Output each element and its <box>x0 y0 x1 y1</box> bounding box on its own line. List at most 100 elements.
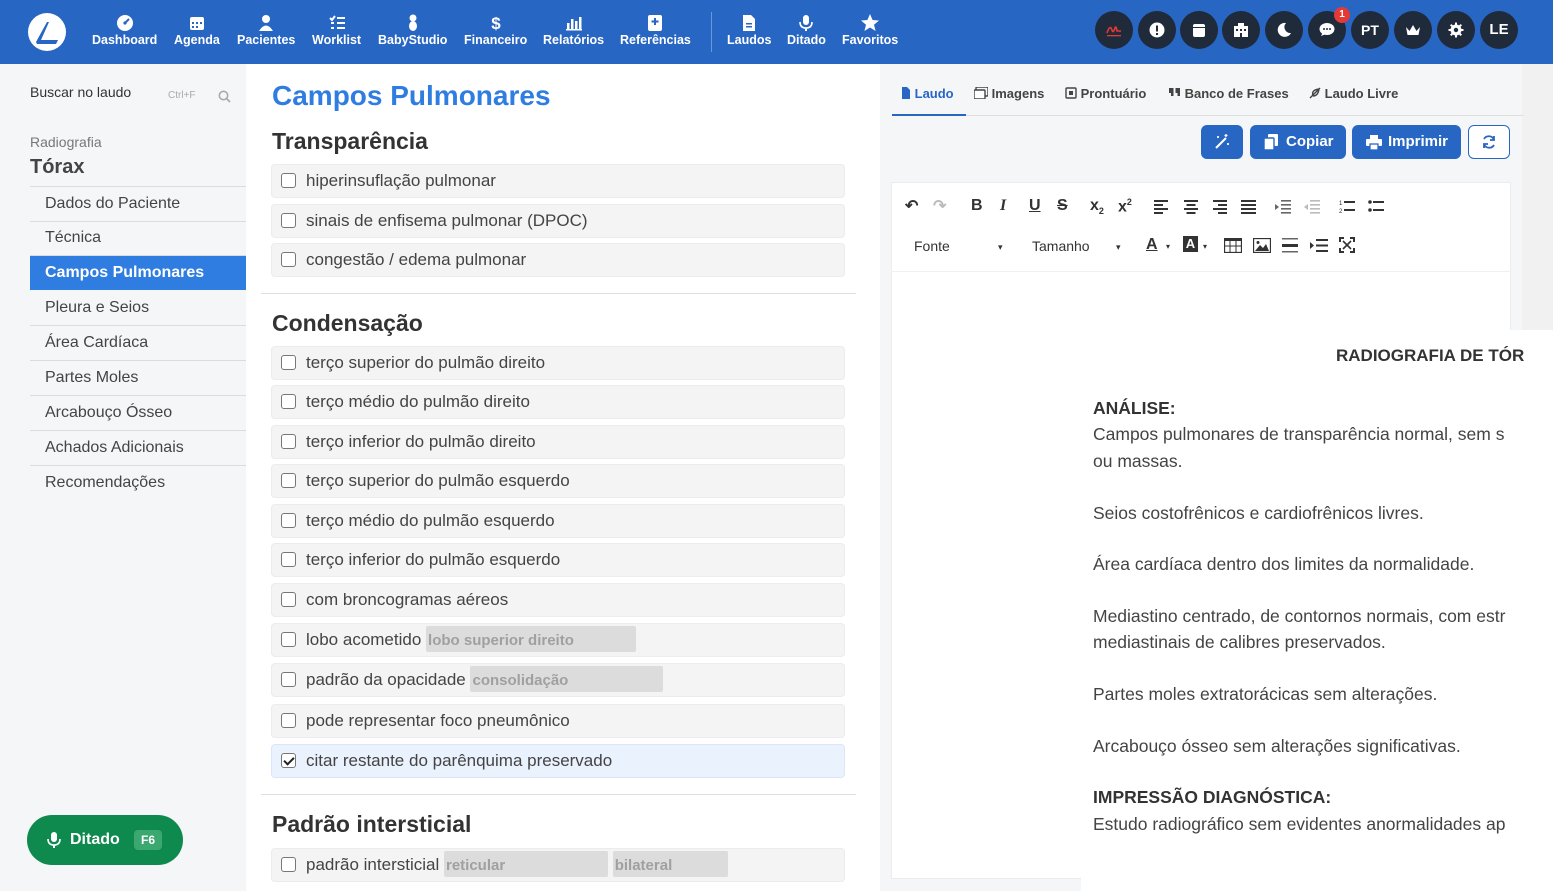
option-terco-inferior-direito[interactable]: terço inferior do pulmão direito <box>271 425 845 459</box>
nav-agenda[interactable]: Agenda <box>174 14 220 54</box>
option-foco-pneumonico[interactable]: pode representar foco pneumônico <box>271 704 845 738</box>
sidebar-item-arcabouco-osseo[interactable]: Arcabouço Ósseo <box>30 396 246 430</box>
sidebar-item-achados-adicionais[interactable]: Achados Adicionais <box>30 431 246 465</box>
subscript-icon[interactable]: x2 <box>1090 197 1104 216</box>
language-button[interactable]: PT <box>1351 11 1389 49</box>
bold-icon[interactable]: B <box>971 197 983 215</box>
option-terco-medio-direito[interactable]: terço médio do pulmão direito <box>271 385 845 419</box>
signature-button[interactable] <box>1095 11 1133 49</box>
sidebar-item-recomendacoes[interactable]: Recomendações <box>30 466 246 500</box>
calendar-button[interactable] <box>1180 11 1218 49</box>
checkbox-checked[interactable] <box>281 753 296 768</box>
bullet-list-icon[interactable] <box>1368 199 1384 214</box>
strikethrough-icon[interactable]: S <box>1057 197 1068 215</box>
superscript-icon[interactable]: x2 <box>1118 197 1132 216</box>
checkbox[interactable] <box>281 213 296 228</box>
app-logo[interactable] <box>28 13 66 51</box>
nav-favoritos[interactable]: Favoritos <box>842 14 898 54</box>
option-broncogramas[interactable]: com broncogramas aéreos <box>271 583 845 617</box>
alert-button[interactable] <box>1138 11 1176 49</box>
tab-banco-frases[interactable]: Banco de Frases <box>1169 86 1289 101</box>
checkbox[interactable] <box>281 713 296 728</box>
underline-icon[interactable]: U <box>1029 197 1041 215</box>
nav-ditado[interactable]: Ditado <box>787 14 826 54</box>
checkbox[interactable] <box>281 394 296 409</box>
option-lobo-acometido[interactable]: lobo acometido lobo superior direito <box>271 623 845 657</box>
sidebar-item-partes-moles[interactable]: Partes Moles <box>30 361 246 395</box>
align-center-icon[interactable] <box>1183 200 1199 214</box>
align-justify-icon[interactable] <box>1241 200 1257 214</box>
checkbox[interactable] <box>281 355 296 370</box>
italic-icon[interactable]: I <box>1000 197 1006 215</box>
tab-laudo-livre[interactable]: Laudo Livre <box>1309 86 1398 101</box>
checkbox[interactable] <box>281 473 296 488</box>
font-size-select[interactable]: Tamanho <box>1032 238 1090 254</box>
ditado-button[interactable]: Ditado F6 <box>27 815 183 865</box>
horizontal-rule-icon[interactable] <box>1282 238 1298 253</box>
font-family-select[interactable]: Fonte <box>914 238 950 254</box>
nav-worklist[interactable]: Worklist <box>312 14 361 54</box>
lobo-select[interactable]: lobo superior direito <box>426 626 637 652</box>
align-left-icon[interactable] <box>1154 200 1170 214</box>
tab-imagens[interactable]: Imagens <box>973 86 1044 101</box>
sidebar-item-area-cardiaca[interactable]: Área Cardíaca <box>30 326 246 360</box>
nav-dashboard[interactable]: Dashboard <box>92 14 157 54</box>
copy-button[interactable]: Copiar <box>1250 125 1346 159</box>
option-terco-superior-direito[interactable]: terço superior do pulmão direito <box>271 346 845 380</box>
nav-laudos[interactable]: Laudos <box>727 14 771 54</box>
sidebar-item-tecnica[interactable]: Técnica <box>30 221 246 255</box>
sidebar-item-dados-paciente[interactable]: Dados do Paciente <box>30 187 246 221</box>
user-avatar[interactable]: LE <box>1480 11 1518 49</box>
indent-icon[interactable] <box>1275 200 1291 214</box>
undo-icon[interactable]: ↶ <box>905 196 918 216</box>
checkbox[interactable] <box>281 592 296 607</box>
option-enfisema[interactable]: sinais de enfisema pulmonar (DPOC) <box>271 204 845 238</box>
nav-pacientes[interactable]: Pacientes <box>237 14 295 54</box>
option-parenquima-preservado[interactable]: citar restante do parênquima preservado <box>271 744 845 778</box>
magic-button[interactable] <box>1201 125 1243 159</box>
table-icon[interactable] <box>1224 238 1242 253</box>
clinic-button[interactable] <box>1222 11 1260 49</box>
print-button[interactable]: Imprimir <box>1352 125 1461 159</box>
image-icon[interactable] <box>1253 238 1271 253</box>
checkbox[interactable] <box>281 552 296 567</box>
intersticial-side-select[interactable]: bilateral <box>612 851 728 877</box>
nav-relatorios[interactable]: Relatórios <box>543 14 604 54</box>
refresh-button[interactable] <box>1468 125 1510 159</box>
fullscreen-icon[interactable] <box>1339 237 1355 253</box>
checkbox[interactable] <box>281 672 296 687</box>
option-congestao[interactable]: congestão / edema pulmonar <box>271 243 845 277</box>
option-terco-medio-esquerdo[interactable]: terço médio do pulmão esquerdo <box>271 504 845 538</box>
option-padrao-opacidade[interactable]: padrão da opacidade consolidação <box>271 663 845 697</box>
scrollbar[interactable] <box>1522 64 1553 330</box>
outdent-icon[interactable] <box>1304 200 1320 214</box>
checkbox[interactable] <box>281 173 296 188</box>
checkbox[interactable] <box>281 513 296 528</box>
settings-button[interactable] <box>1437 11 1475 49</box>
align-right-icon[interactable] <box>1212 200 1228 214</box>
premium-button[interactable] <box>1394 11 1432 49</box>
dark-mode-button[interactable] <box>1265 11 1303 49</box>
nav-financeiro[interactable]: $ Financeiro <box>464 14 527 54</box>
background-color-icon[interactable]: A <box>1183 236 1198 252</box>
sidebar-item-pleura-seios[interactable]: Pleura e Seios <box>30 291 246 325</box>
checkbox[interactable] <box>281 857 296 872</box>
nav-babystudio[interactable]: BabyStudio <box>378 14 447 54</box>
option-padrao-intersticial[interactable]: padrão intersticial reticular bilateral <box>271 848 845 882</box>
line-height-icon[interactable] <box>1310 238 1328 253</box>
tab-prontuario[interactable]: Prontuário <box>1065 86 1146 101</box>
tab-laudo[interactable]: Laudo <box>901 86 954 101</box>
option-hiperinsuflacao[interactable]: hiperinsuflação pulmonar <box>271 164 845 198</box>
nav-referencias[interactable]: Referências <box>620 14 691 54</box>
font-color-icon[interactable]: A <box>1146 236 1158 254</box>
redo-icon[interactable]: ↷ <box>933 196 946 216</box>
padrao-select[interactable]: consolidação <box>470 666 664 692</box>
search-laudo-input[interactable]: Buscar no laudo <box>30 84 131 100</box>
option-terco-superior-esquerdo[interactable]: terço superior do pulmão esquerdo <box>271 464 845 498</box>
checkbox[interactable] <box>281 434 296 449</box>
ordered-list-icon[interactable]: 12 <box>1339 199 1355 214</box>
sidebar-item-campos-pulmonares[interactable]: Campos Pulmonares <box>30 256 246 290</box>
option-terco-inferior-esquerdo[interactable]: terço inferior do pulmão esquerdo <box>271 543 845 577</box>
intersticial-type-select[interactable]: reticular <box>443 851 608 877</box>
checkbox[interactable] <box>281 252 296 267</box>
